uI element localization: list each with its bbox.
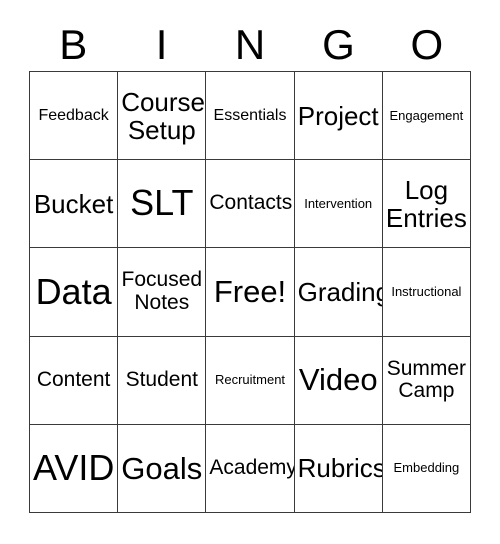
bingo-cell-label: Project — [297, 100, 379, 131]
bingo-cell-label: Recruitment — [214, 372, 286, 388]
bingo-cell-label: Engagement — [389, 107, 464, 123]
bingo-cell-label: Log Entries — [385, 174, 467, 233]
bingo-cell[interactable]: Instructional — [382, 248, 471, 337]
bingo-cell-label: Student — [125, 367, 198, 391]
bingo-cell[interactable]: Video — [294, 336, 383, 425]
bingo-cell-label: Data — [35, 270, 112, 312]
bingo-cell[interactable]: Feedback — [30, 72, 119, 161]
bingo-card: B I N G O Feedback Course Setup Essentials… — [0, 0, 500, 544]
bingo-cell[interactable]: Academy — [206, 424, 295, 513]
bingo-header-letter-n: N — [234, 20, 266, 68]
bingo-header-letter-i: I — [155, 20, 168, 68]
bingo-header-letter-o: O — [410, 20, 444, 68]
bingo-cell-label: SLT — [130, 182, 194, 224]
bingo-free-space[interactable]: Free! — [206, 248, 295, 337]
bingo-cell[interactable]: Embedding — [382, 424, 471, 513]
bingo-cell-label: Essentials — [213, 106, 287, 124]
bingo-cell[interactable]: Student — [118, 336, 207, 425]
bingo-cell[interactable]: Essentials — [206, 72, 295, 161]
bingo-cell-label: Focused Notes — [121, 268, 203, 314]
bingo-grid: Feedback Course Setup Essentials Project Eng… — [29, 71, 471, 513]
bingo-cell-label: Feedback — [38, 106, 109, 124]
bingo-cell[interactable]: Focused Notes — [118, 248, 207, 337]
bingo-cell[interactable]: Recruitment — [206, 336, 295, 425]
bingo-cell[interactable]: Grading — [294, 248, 383, 337]
bingo-cell-label: Embedding — [393, 460, 460, 476]
bingo-cell[interactable]: Log Entries — [382, 160, 471, 249]
bingo-cell[interactable]: SLT — [118, 160, 207, 249]
bingo-cell[interactable]: Intervention — [294, 160, 383, 249]
bingo-header-letter-b: B — [59, 20, 88, 68]
bingo-cell[interactable]: Data — [30, 248, 119, 337]
bingo-cell-label: Intervention — [304, 195, 373, 211]
bingo-cell[interactable]: Content — [30, 336, 119, 425]
bingo-header-letter-g: G — [322, 20, 355, 68]
bingo-cell-label: Contacts — [209, 191, 293, 215]
bingo-cell-label: Grading — [297, 276, 383, 307]
bingo-cell[interactable]: Bucket — [30, 160, 119, 249]
bingo-cell-label: AVID — [33, 446, 115, 488]
bingo-cell[interactable]: Rubrics — [294, 424, 383, 513]
bingo-cell-label: Course Setup — [121, 86, 206, 145]
bingo-cell[interactable]: Contacts — [206, 160, 295, 249]
bingo-cell[interactable]: AVID — [30, 424, 119, 513]
bingo-cell-label: Rubrics — [297, 453, 383, 484]
bingo-cell-label: Video — [298, 362, 378, 398]
bingo-cell[interactable]: Engagement — [382, 72, 471, 161]
bingo-cell-label: Academy — [209, 456, 295, 480]
bingo-cell[interactable]: Project — [294, 72, 383, 161]
bingo-cell-label: Free! — [213, 274, 287, 310]
bingo-cell-label: Summer Camp — [386, 356, 467, 403]
bingo-cell-label: Bucket — [33, 188, 114, 219]
bingo-cell[interactable]: Goals — [118, 424, 207, 513]
bingo-header: B I N G O — [29, 18, 471, 71]
bingo-cell-label: Goals — [121, 450, 203, 486]
bingo-cell-label: Content — [36, 367, 111, 391]
bingo-cell-label: Instructional — [391, 283, 462, 299]
bingo-cell[interactable]: Course Setup — [118, 72, 207, 161]
bingo-cell[interactable]: Summer Camp — [382, 336, 471, 425]
